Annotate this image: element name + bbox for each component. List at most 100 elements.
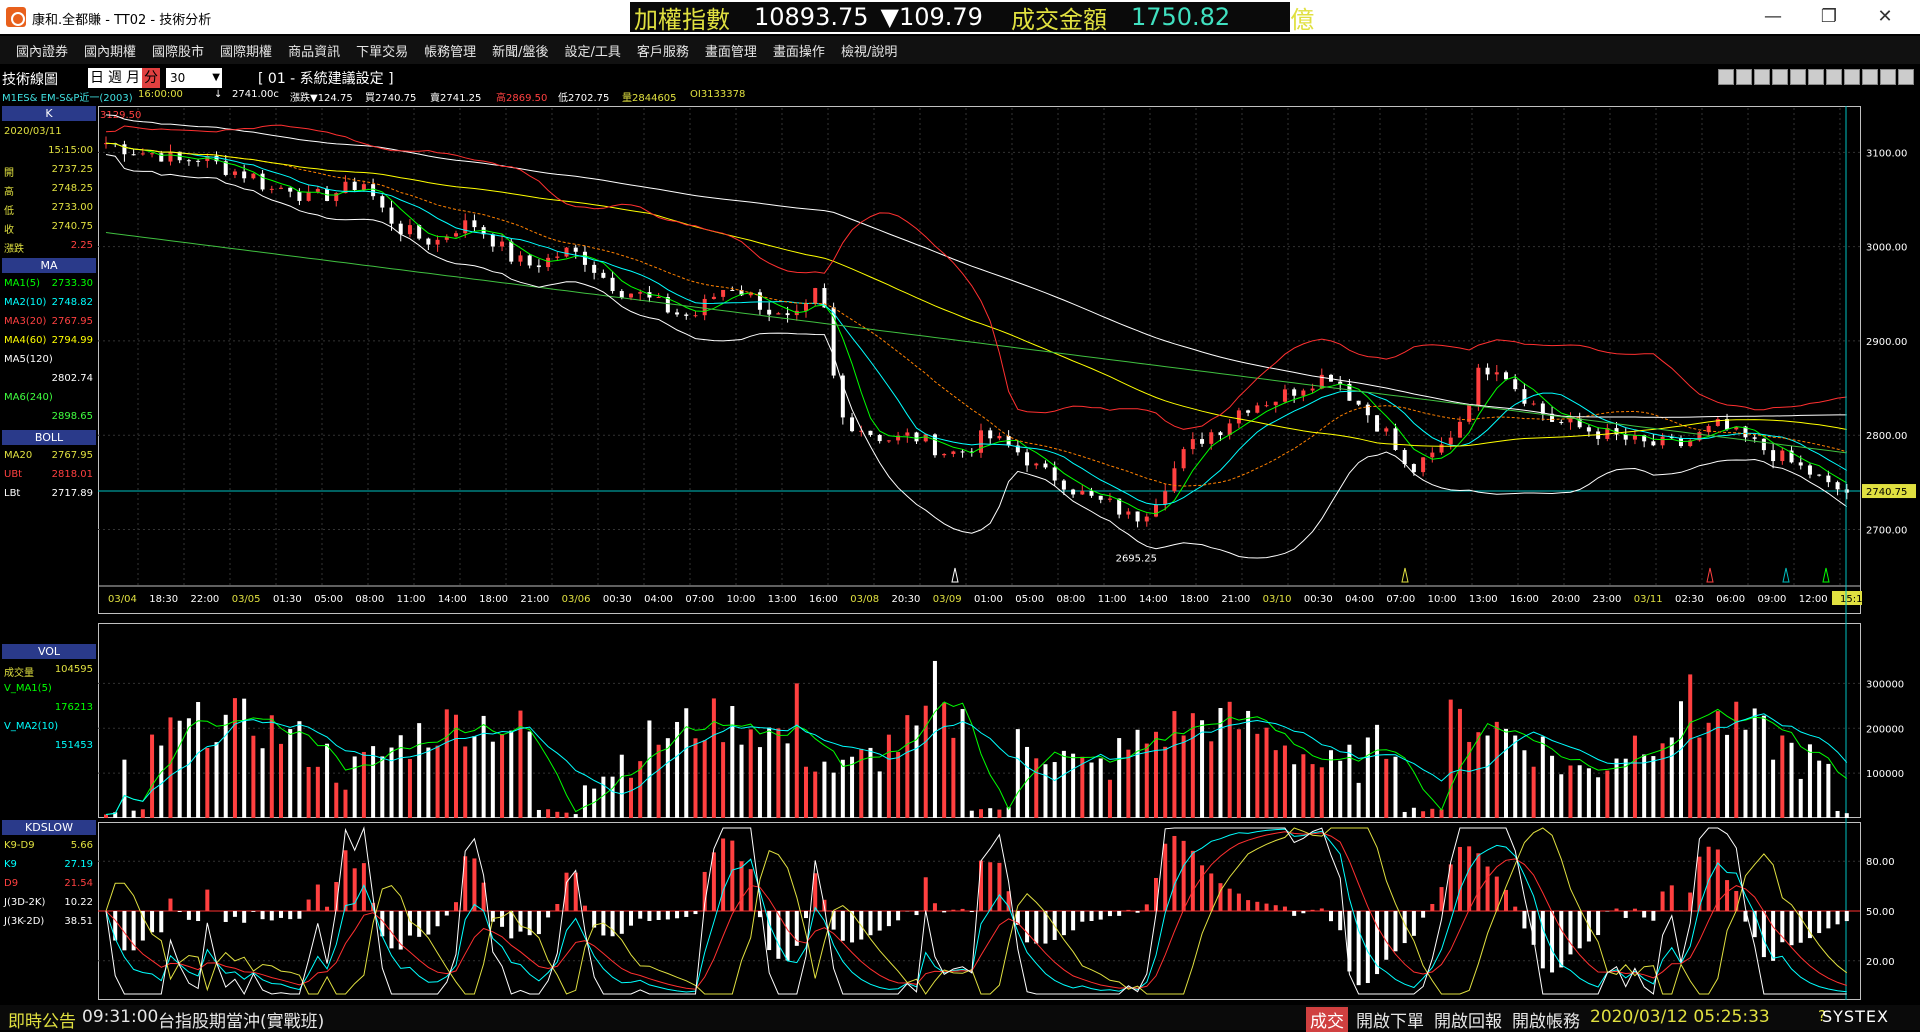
kd-bar (1228, 889, 1232, 911)
volume-bar (841, 760, 845, 818)
kd-bar (168, 899, 172, 911)
zoom-in-icon[interactable] (1754, 69, 1770, 85)
volume-bar (1532, 767, 1536, 818)
kd-bar (749, 869, 753, 911)
trade-status: 成交 (1306, 1007, 1348, 1032)
panel-row: 176213 (2, 701, 96, 716)
menu-item-0[interactable]: 國內證券 (8, 41, 76, 60)
menu-item-5[interactable]: 下單交易 (348, 41, 416, 60)
candle-body (776, 313, 780, 314)
menu-item-6[interactable]: 帳務管理 (416, 41, 484, 60)
kd-bar (408, 911, 412, 936)
candle-body (380, 196, 384, 207)
menu-item-11[interactable]: 畫面操作 (765, 41, 833, 60)
print-icon[interactable] (1862, 69, 1878, 85)
volume-bar (122, 760, 126, 818)
kd-bar (1651, 911, 1655, 921)
volume-bar (1522, 750, 1526, 818)
period-3[interactable]: 分 (142, 68, 160, 88)
candle-body (1449, 438, 1453, 445)
kd-bar (1771, 911, 1775, 961)
announcement-label[interactable]: 即時公告 (8, 1007, 76, 1032)
volume-bar (1430, 809, 1434, 818)
zoom-out-icon[interactable] (1736, 69, 1752, 85)
volume-bar (1108, 780, 1112, 818)
minimize-icon[interactable]: — (1750, 2, 1796, 32)
search-icon[interactable] (1790, 69, 1806, 85)
volume-bar (537, 810, 541, 818)
menu-item-1[interactable]: 國內期權 (76, 41, 144, 60)
technical-chart[interactable]: 3100.003000.002900.002800.002700.002740.… (98, 106, 1920, 1000)
volume-bar (1099, 758, 1103, 818)
volume-bar (1449, 700, 1453, 818)
volume-bar (1200, 720, 1204, 818)
settings-icon[interactable] (1826, 69, 1842, 85)
menu-item-10[interactable]: 畫面管理 (697, 41, 765, 60)
chart-type-label: 技術線圖 (2, 69, 58, 89)
candle-body (1559, 422, 1563, 423)
crosshair-icon[interactable] (1718, 69, 1734, 85)
period-2[interactable]: 月 (124, 68, 142, 88)
panel-head-kdpanel: KDSLOW (2, 820, 96, 835)
quote-volume: 量2844605 (622, 89, 677, 104)
volume-bar (887, 735, 891, 818)
kd-bar (555, 904, 559, 911)
close-icon[interactable]: ✕ (1862, 2, 1908, 32)
volume-bar (1541, 737, 1545, 818)
candle-body (1246, 410, 1250, 412)
magnify-icon[interactable] (1808, 69, 1824, 85)
volume-bar (1209, 741, 1213, 818)
top-price-label: 3129.50 (100, 110, 141, 121)
time-tick-label: 00:30 (1304, 594, 1333, 605)
candle-body (988, 430, 992, 438)
candle-body (168, 152, 172, 162)
candle-body (187, 160, 191, 161)
time-tick-label: 11:00 (397, 594, 426, 605)
vol-tick-label: 200000 (1866, 724, 1904, 735)
interval-select[interactable]: 30 (166, 68, 222, 88)
candle-body (500, 242, 504, 247)
kd-bar (316, 885, 320, 911)
menu-item-7[interactable]: 新聞/盤後 (484, 41, 556, 60)
price-tick-label: 2800.00 (1866, 431, 1907, 442)
row-value: 2748.25 (52, 183, 93, 194)
volume-bar (1697, 738, 1701, 818)
announcement-text[interactable]: 台指股期當沖(實戰班) (158, 1007, 324, 1032)
menu-item-9[interactable]: 客戶服務 (629, 41, 697, 60)
kd-bar (436, 911, 440, 926)
volume-bar (1633, 736, 1637, 818)
add-icon[interactable] (1772, 69, 1788, 85)
menu-item-8[interactable]: 設定/工具 (557, 41, 629, 60)
volume-bar (795, 683, 799, 818)
volume-bar (1440, 810, 1444, 818)
candle-body (1034, 464, 1038, 466)
kd-bar (196, 911, 200, 921)
volume-bar (620, 755, 624, 818)
menu-item-4[interactable]: 商品資訊 (280, 41, 348, 60)
maximize-icon[interactable]: ❐ (1806, 2, 1852, 32)
close-chart-icon[interactable] (1898, 69, 1914, 85)
row-value: 176213 (55, 702, 93, 713)
open-account-button[interactable]: 開啟帳務 (1512, 1007, 1580, 1032)
window-icon[interactable] (1880, 69, 1896, 85)
period-0[interactable]: 日 (88, 68, 106, 88)
row-key: MA20 (4, 450, 32, 461)
indicator-setting[interactable]: [ 01 - 系統建議設定 ] (258, 68, 394, 88)
save-icon[interactable] (1844, 69, 1860, 85)
volume-bar (1136, 730, 1140, 818)
open-report-button[interactable]: 開啟回報 (1434, 1007, 1502, 1032)
open-order-button[interactable]: 開啟下單 (1356, 1007, 1424, 1032)
kd-bar (1154, 878, 1158, 911)
period-1[interactable]: 週 (106, 68, 124, 88)
volume-bar (1725, 735, 1729, 818)
menu-item-2[interactable]: 國際股市 (144, 41, 212, 60)
menu-item-12[interactable]: 檢視/說明 (833, 41, 905, 60)
menu-item-3[interactable]: 國際期權 (212, 41, 280, 60)
volume-bar (961, 709, 965, 818)
kd-bar (1163, 844, 1167, 911)
kd-bar (1836, 911, 1840, 924)
kd-bar (509, 911, 513, 938)
volume-bar (1117, 738, 1121, 818)
quote-info-row: M1ES& EM-S&P近一(2003) 16:00:00 ↓ 2741.00c… (0, 88, 1920, 104)
kd-bar (1633, 909, 1637, 911)
